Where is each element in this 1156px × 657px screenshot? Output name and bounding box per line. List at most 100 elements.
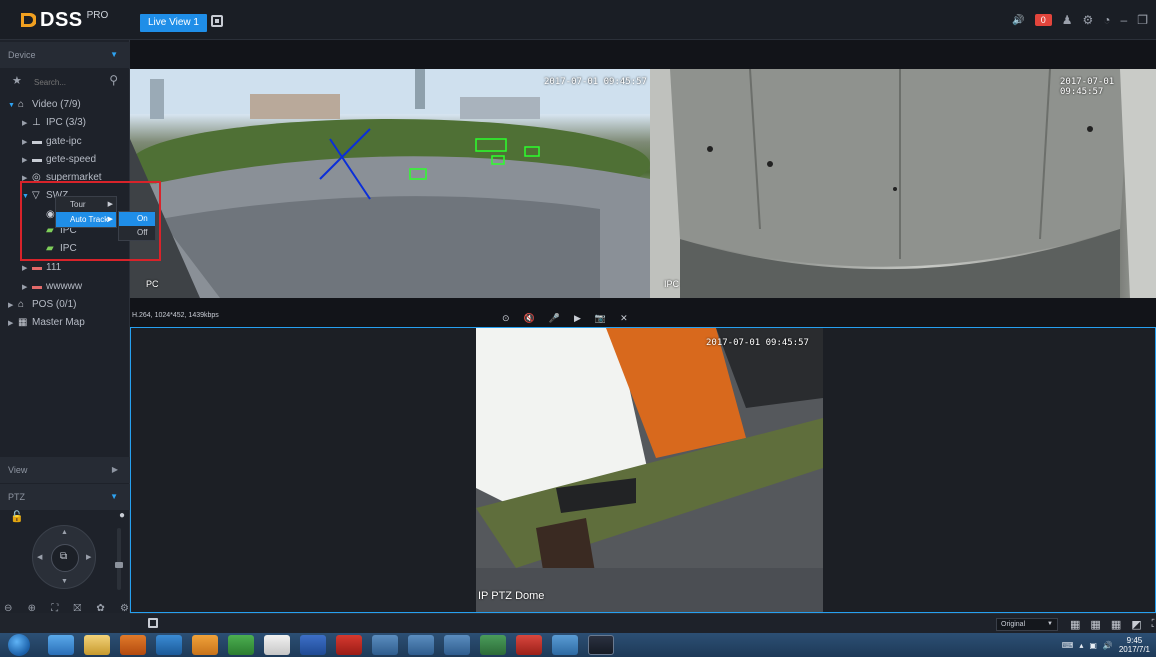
lock-icon[interactable]: ● xyxy=(119,510,125,521)
keyboard-icon[interactable]: ⌨ xyxy=(1062,641,1074,650)
unlock-icon[interactable]: 🔓 xyxy=(10,510,24,523)
network-tray-icon[interactable]: ▣ xyxy=(1089,641,1097,650)
ptz-center-button[interactable]: ⧉ xyxy=(51,544,79,572)
parking-scene xyxy=(476,328,823,612)
minimize-icon[interactable]: – xyxy=(1121,13,1128,27)
ptz-right-icon[interactable]: ▶ xyxy=(86,553,91,561)
ptz-bottom-toolbar: ⊖ ⊕ ⛶ ⛝ ✿ ⚙ xyxy=(4,603,129,617)
cell3-timestamp: 2017-07-01 09:45:57 xyxy=(706,338,809,348)
ptz-down-icon[interactable]: ▼ xyxy=(61,578,68,585)
user-app-icon[interactable] xyxy=(372,635,398,655)
cell3-label: IP PTZ Dome xyxy=(478,590,545,602)
focus-far-icon[interactable]: ⛝ xyxy=(73,603,81,617)
menu-item-tour[interactable]: Tour ▶ xyxy=(56,197,116,212)
ptz-direction-pad[interactable]: ▲ ▼ ◀ ▶ ⧉ xyxy=(32,525,96,589)
fullscreen-icon[interactable]: ⛶ xyxy=(1152,618,1156,631)
layout-4-icon[interactable]: ▦ xyxy=(1070,618,1080,631)
device-section-header[interactable]: Device ▼ xyxy=(0,42,130,68)
cell-toolbar: ⊙ 🔇 🎤 ▶ 📷 ✕ xyxy=(502,313,628,324)
start-button[interactable] xyxy=(8,634,30,656)
restore-window-icon[interactable]: ❐ xyxy=(1137,13,1148,27)
video-cell-1[interactable]: 2017-07-01 09:45:57 PC xyxy=(130,69,650,298)
recorder-app-icon[interactable] xyxy=(516,635,542,655)
menu-item-off[interactable]: Off xyxy=(119,226,155,240)
brand-edition: PRO xyxy=(86,9,109,21)
custom-layout-icon[interactable]: ◩ xyxy=(1131,618,1141,631)
view-section-header[interactable]: View ▶ xyxy=(0,457,130,483)
user-app-icon[interactable] xyxy=(408,635,434,655)
favorite-star-icon[interactable]: ★ xyxy=(12,74,22,87)
iris-icon[interactable]: ✿ xyxy=(96,603,104,617)
zoom-out-icon[interactable]: ⊕ xyxy=(28,603,36,617)
menu-item-on[interactable]: On xyxy=(119,212,155,226)
close-icon[interactable]: ✕ xyxy=(620,313,628,324)
tree-item-video[interactable]: ▼ ⌂ Video (7/9) xyxy=(8,96,81,114)
ptz-left-icon[interactable]: ◀ xyxy=(37,553,42,561)
add-tab-button[interactable] xyxy=(211,15,223,27)
file-explorer-icon[interactable] xyxy=(84,635,110,655)
video-cell-2[interactable]: 2017-07-01 09:45:57 IPC xyxy=(650,69,1156,298)
tree-label: Video (7/9) xyxy=(32,99,81,110)
record-icon[interactable]: ▶ xyxy=(574,313,581,324)
chevron-down-icon: ▼ xyxy=(110,50,118,59)
tree-item-pos[interactable]: ▶ ⌂ POS (0/1) xyxy=(8,296,76,314)
collapsed-arrow-icon: ▶ xyxy=(22,265,28,272)
ptz-speed-handle[interactable] xyxy=(115,562,123,568)
word-icon[interactable] xyxy=(300,635,326,655)
playback-icon[interactable]: ⊙ xyxy=(502,313,510,324)
tree-label: IPC (3/3) xyxy=(46,117,87,128)
settings-gear-icon[interactable]: ⚙ xyxy=(1083,13,1094,27)
layout-switcher: ▦ ▦ ▦ ◩ ⛶ xyxy=(1070,618,1156,631)
menu-item-label: Auto Track xyxy=(70,215,109,224)
dss-taskbar-icon[interactable] xyxy=(588,635,614,655)
tree-item-master-map[interactable]: ▶ ▦ Master Map xyxy=(8,314,85,332)
dashboard-icon[interactable]: ◔ xyxy=(1103,13,1110,27)
user-icon[interactable]: ♟ xyxy=(1062,13,1073,27)
tree-item-gate-ipc[interactable]: ▶ ▬ gate-ipc xyxy=(22,133,82,151)
video-cell-3[interactable]: 2017-07-01 09:45:57 IP PTZ Dome xyxy=(130,327,1156,613)
microphone-icon[interactable]: 🎤 xyxy=(549,313,560,324)
search-icon[interactable]: ⚲ xyxy=(109,73,118,87)
acrobat-icon[interactable] xyxy=(336,635,362,655)
ie-browser-icon[interactable] xyxy=(48,635,74,655)
video-bottom-bar: Original ▼ ▦ ▦ ▦ ◩ ⛶ xyxy=(130,613,1156,633)
zoom-in-icon[interactable]: ⊖ xyxy=(4,603,12,617)
ptz-settings-icon[interactable]: ⚙ xyxy=(120,603,129,617)
tab-live-view-1[interactable]: Live View 1 xyxy=(140,14,207,32)
nvr-device-icon: ▬ xyxy=(32,262,42,273)
excel-icon[interactable] xyxy=(228,635,254,655)
clock[interactable]: 9:45 2017/7/1 xyxy=(1119,636,1150,654)
lync-icon[interactable] xyxy=(156,635,182,655)
tree-item-gete-speed[interactable]: ▶ ▬ gete-speed xyxy=(22,151,96,169)
menu-item-auto-track[interactable]: Auto Track ▶ xyxy=(56,212,116,227)
layout-9-icon[interactable]: ▦ xyxy=(1090,618,1100,631)
user-app-icon[interactable] xyxy=(444,635,470,655)
cell1-timestamp: 2017-07-01 09:45:57 xyxy=(544,77,647,87)
chrome-icon[interactable] xyxy=(264,635,290,655)
context-menu: Tour ▶ Auto Track ▶ xyxy=(55,196,117,228)
mute-icon[interactable]: 🔇 xyxy=(524,313,535,324)
ptz-speed-slider[interactable] xyxy=(115,528,123,590)
volume-tray-icon[interactable]: 🔊 xyxy=(1103,641,1113,650)
selected-cell-info: H.264, 1024*452, 1439kbps xyxy=(130,310,1156,324)
arrow-up-icon[interactable]: ▴ xyxy=(1079,641,1083,650)
device-search-input[interactable] xyxy=(30,74,120,90)
snapshot-icon[interactable]: 📷 xyxy=(595,313,606,324)
ptz-up-icon[interactable]: ▲ xyxy=(61,529,68,536)
save-layout-icon[interactable] xyxy=(148,618,158,628)
tree-item-111[interactable]: ▶ ▬ 111 xyxy=(22,259,61,277)
tree-item-ipc-group[interactable]: ▶ ⊥ IPC (3/3) xyxy=(22,114,86,132)
ptz-lock-row: 🔓 ● xyxy=(10,510,125,524)
layout-16-icon[interactable]: ▦ xyxy=(1111,618,1121,631)
collapsed-arrow-icon: ▶ xyxy=(8,320,14,327)
scale-select[interactable]: Original ▼ xyxy=(996,618,1058,631)
alarm-count-badge[interactable]: 0 xyxy=(1034,14,1052,26)
focus-near-icon[interactable]: ⛶ xyxy=(51,603,58,617)
outlook-icon[interactable] xyxy=(192,635,218,655)
ptz-section-header[interactable]: PTZ ▼ xyxy=(0,484,130,510)
network-app-icon[interactable] xyxy=(480,635,506,655)
tree-item-wwwww[interactable]: ▶ ▬ wwwww xyxy=(22,278,82,296)
media-player-icon[interactable] xyxy=(120,635,146,655)
tool-app-icon[interactable] xyxy=(552,635,578,655)
alarm-sound-icon[interactable]: 🔊 xyxy=(1012,15,1024,26)
